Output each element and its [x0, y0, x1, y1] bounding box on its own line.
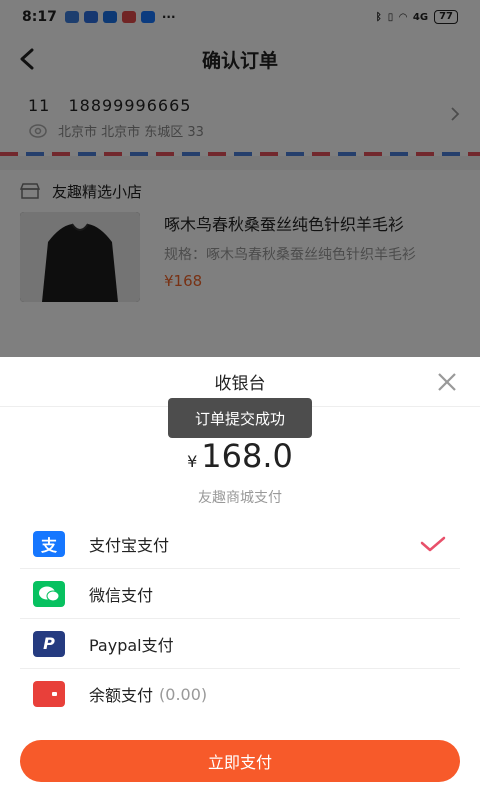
method-label: 余额支付	[89, 686, 154, 705]
success-toast: 订单提交成功	[168, 398, 312, 438]
payment-method-balance[interactable]: 余额支付 (0.00)	[20, 669, 460, 719]
payment-amount: ¥168.0	[0, 437, 480, 475]
check-icon	[420, 536, 446, 551]
close-icon[interactable]	[436, 371, 458, 393]
method-label: 支付宝支付	[89, 535, 170, 555]
wallet-icon	[33, 681, 65, 707]
currency-symbol: ¥	[187, 452, 198, 471]
sheet-title: 收银台	[214, 374, 266, 394]
amount-value: 168.0	[201, 437, 293, 475]
payment-methods: 支 支付宝支付 微信支付 P Paypal支付 余额支付 (0.00)	[20, 519, 460, 719]
balance-amount: (0.00)	[159, 684, 208, 704]
alipay-icon: 支	[33, 530, 65, 557]
merchant-name: 友趣商城支付	[198, 490, 282, 506]
pay-now-button[interactable]: 立即支付	[20, 740, 460, 782]
payment-method-alipay[interactable]: 支 支付宝支付	[20, 519, 460, 569]
method-label: Paypal支付	[89, 635, 174, 655]
method-label: 微信支付	[89, 585, 154, 605]
paypal-icon: P	[33, 630, 65, 657]
payment-method-wechat[interactable]: 微信支付	[20, 569, 460, 619]
wechat-icon	[33, 580, 65, 607]
payment-method-paypal[interactable]: P Paypal支付	[20, 619, 460, 669]
